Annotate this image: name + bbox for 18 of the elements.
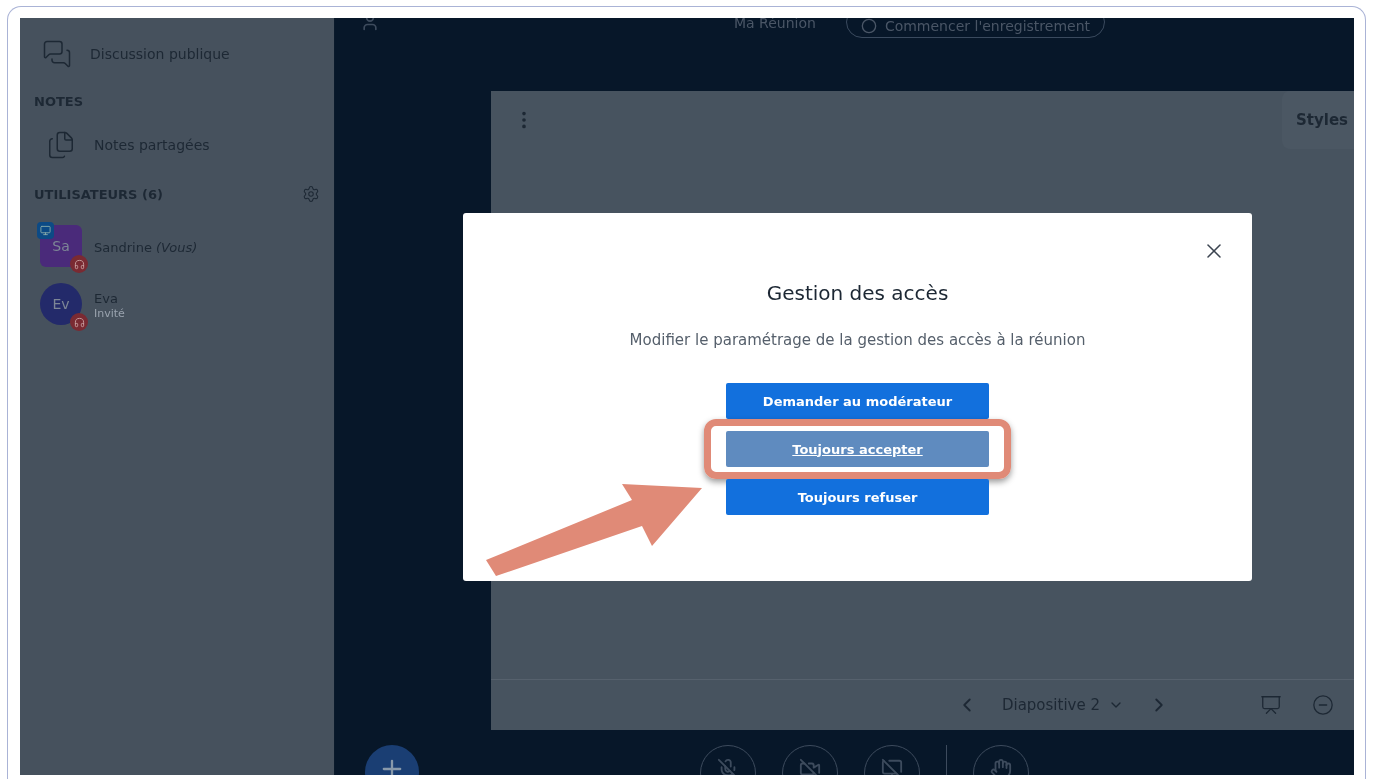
video-off-icon xyxy=(799,758,821,775)
option-button[interactable]: Toujours accepter xyxy=(726,431,989,467)
user-icon[interactable] xyxy=(360,18,380,32)
monitor-off-icon xyxy=(881,758,903,775)
headphones-icon xyxy=(70,255,88,273)
document-icon xyxy=(46,130,76,160)
record-icon xyxy=(860,18,877,34)
zoom-out-icon[interactable] xyxy=(1312,694,1334,716)
chat-icon xyxy=(42,39,72,69)
user-role: Invité xyxy=(94,307,125,320)
hand-icon xyxy=(990,758,1012,775)
dialog-title: Gestion des accès xyxy=(766,281,949,305)
option-button[interactable]: Toujours refuser xyxy=(726,479,989,515)
presenter-icon xyxy=(37,222,54,239)
headphones-icon xyxy=(70,313,88,331)
settings-icon[interactable] xyxy=(302,185,320,203)
option-button[interactable]: Demander au modérateur xyxy=(726,383,989,419)
dialog-description: Modifier le paramétrage de la gestion des accès à la réunion xyxy=(629,331,1086,349)
